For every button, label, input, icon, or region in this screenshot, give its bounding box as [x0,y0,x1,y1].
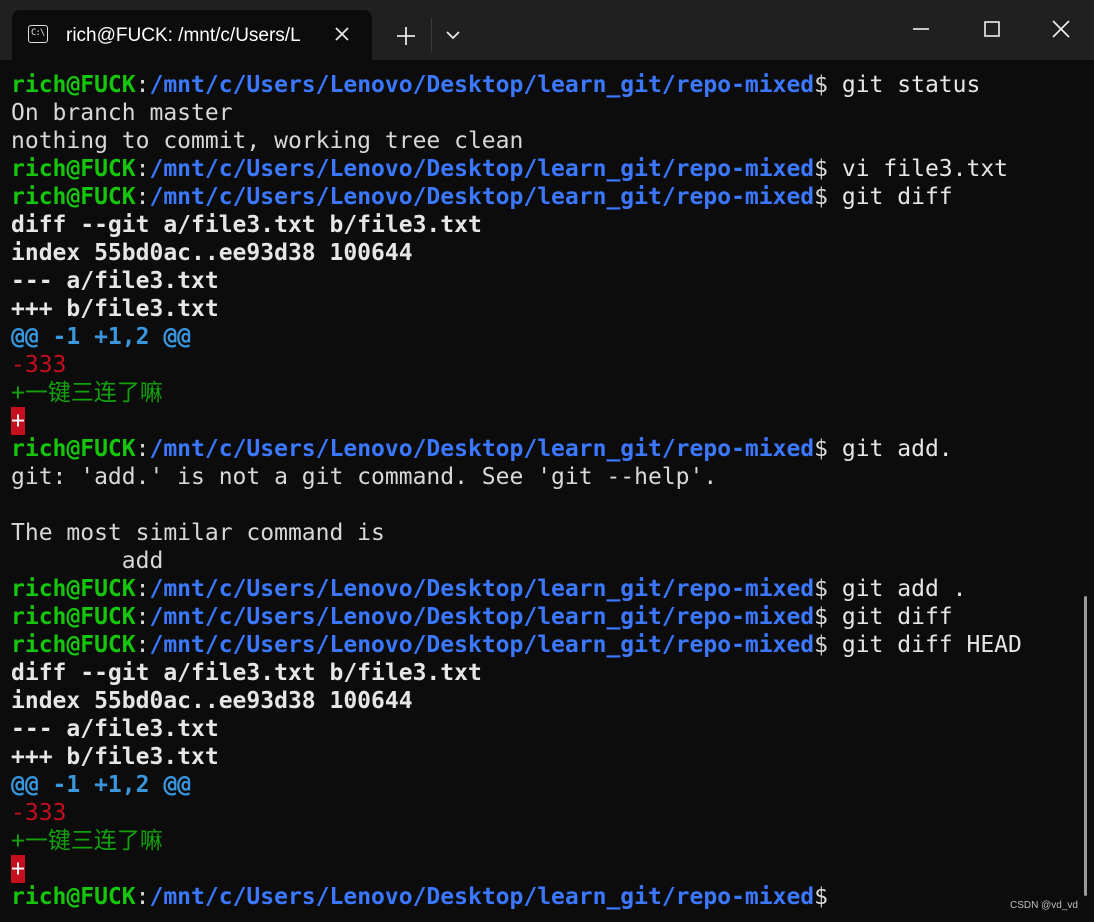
error-line: git: 'add.' is not a git command. See 'g… [11,464,718,490]
prompt-line: rich@FUCK:/mnt/c/Users/Lenovo/Desktop/le… [11,184,953,210]
new-tab-button[interactable] [392,22,420,50]
diff-hunk-line: @@ -1 +1,2 @@ [11,324,192,350]
diff-old-file-line: --- a/file3.txt [11,716,219,742]
diff-index-line: index 55bd0ac..ee93d38 100644 [11,688,413,714]
output-line: The most similar command is [11,520,385,546]
diff-new-file-line: +++ b/file3.txt [11,744,219,770]
prompt-line: rich@FUCK:/mnt/c/Users/Lenovo/Desktop/le… [11,632,1022,658]
diff-header-line: diff --git a/file3.txt b/file3.txt [11,212,482,238]
terminal-tab[interactable]: C:\ rich@FUCK: /mnt/c/Users/L [12,10,372,60]
maximize-icon[interactable] [977,14,1007,44]
diff-addition-line: +一键三连了嘛 [11,828,163,854]
close-icon[interactable] [330,22,354,46]
terminal-window: C:\ rich@FUCK: /mnt/c/Users/L rich@FUCK:… [0,0,1094,922]
tab-title: rich@FUCK: /mnt/c/Users/L [66,25,301,46]
output-line: On branch master [11,100,233,126]
chevron-down-icon[interactable] [442,24,464,46]
prompt-line: rich@FUCK:/mnt/c/Users/Lenovo/Desktop/le… [11,72,981,98]
diff-deletion-line: -333 [11,800,67,826]
diff-new-file-line: +++ b/file3.txt [11,296,219,322]
trailing-whitespace-marker: + [11,407,25,435]
diff-index-line: index 55bd0ac..ee93d38 100644 [11,240,413,266]
prompt-line: rich@FUCK:/mnt/c/Users/Lenovo/Desktop/le… [11,576,967,602]
diff-deletion-line: -333 [11,352,67,378]
trailing-whitespace-marker: + [11,855,25,883]
watermark: CSDN @vd_vd [1010,900,1078,911]
diff-addition-line: + [11,855,25,883]
title-bar[interactable]: C:\ rich@FUCK: /mnt/c/Users/L [0,0,1094,60]
output-line: add [11,548,164,574]
diff-hunk-line: @@ -1 +1,2 @@ [11,772,192,798]
diff-addition-line: + [11,407,25,435]
diff-header-line: diff --git a/file3.txt b/file3.txt [11,660,482,686]
tab-divider [431,18,432,52]
prompt-line: rich@FUCK:/mnt/c/Users/Lenovo/Desktop/le… [11,604,953,630]
output-line: nothing to commit, working tree clean [11,128,524,154]
terminal-output[interactable]: rich@FUCK:/mnt/c/Users/Lenovo/Desktop/le… [0,71,1082,922]
minimize-icon[interactable] [906,14,936,44]
diff-old-file-line: --- a/file3.txt [11,268,219,294]
terminal-icon: C:\ [28,25,48,43]
prompt-line: rich@FUCK:/mnt/c/Users/Lenovo/Desktop/le… [11,156,1009,182]
diff-addition-line: +一键三连了嘛 [11,380,163,406]
prompt-line: rich@FUCK:/mnt/c/Users/Lenovo/Desktop/le… [11,436,953,462]
prompt-line: rich@FUCK:/mnt/c/Users/Lenovo/Desktop/le… [11,884,829,910]
scrollbar[interactable] [1084,596,1087,896]
close-icon[interactable] [1046,14,1076,44]
